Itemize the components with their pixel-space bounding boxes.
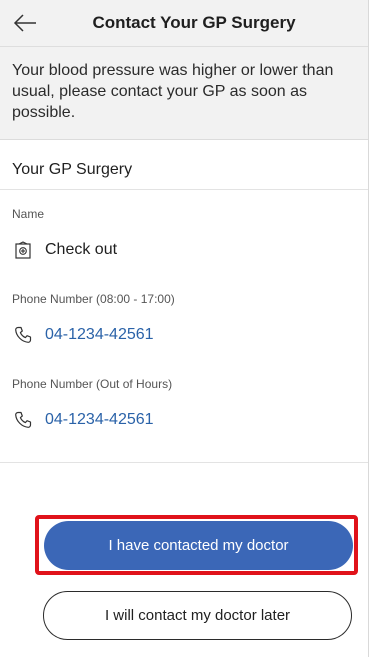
phone-day-label: Phone Number (08:00 - 17:00): [12, 292, 175, 306]
surgery-name: Check out: [45, 241, 118, 258]
alert-message: Your blood pressure was higher or lower …: [12, 62, 334, 121]
divider: [0, 462, 368, 463]
contact-later-button[interactable]: I will contact my doctor later: [43, 591, 352, 640]
alert-banner: Your blood pressure was higher or lower …: [0, 47, 368, 140]
screen-edge: [368, 0, 369, 657]
section-title: Your GP Surgery: [12, 161, 133, 178]
phone-ooh-label: Phone Number (Out of Hours): [12, 377, 173, 391]
app-screen: Contact Your GP Surgery Your blood press…: [0, 0, 368, 657]
phone-icon: [15, 326, 32, 343]
top-bar: Contact Your GP Surgery: [0, 0, 368, 47]
phone-day-link[interactable]: 04-1234-42561: [45, 326, 154, 344]
divider: [0, 189, 368, 190]
arrow-left-icon[interactable]: [12, 11, 38, 35]
clinic-icon: [15, 241, 31, 259]
contacted-doctor-button[interactable]: I have contacted my doctor: [44, 521, 353, 570]
phone-ooh-link[interactable]: 04-1234-42561: [45, 411, 154, 429]
page-title: Contact Your GP Surgery: [92, 13, 296, 32]
name-label: Name: [12, 207, 45, 221]
phone-icon: [15, 411, 32, 428]
